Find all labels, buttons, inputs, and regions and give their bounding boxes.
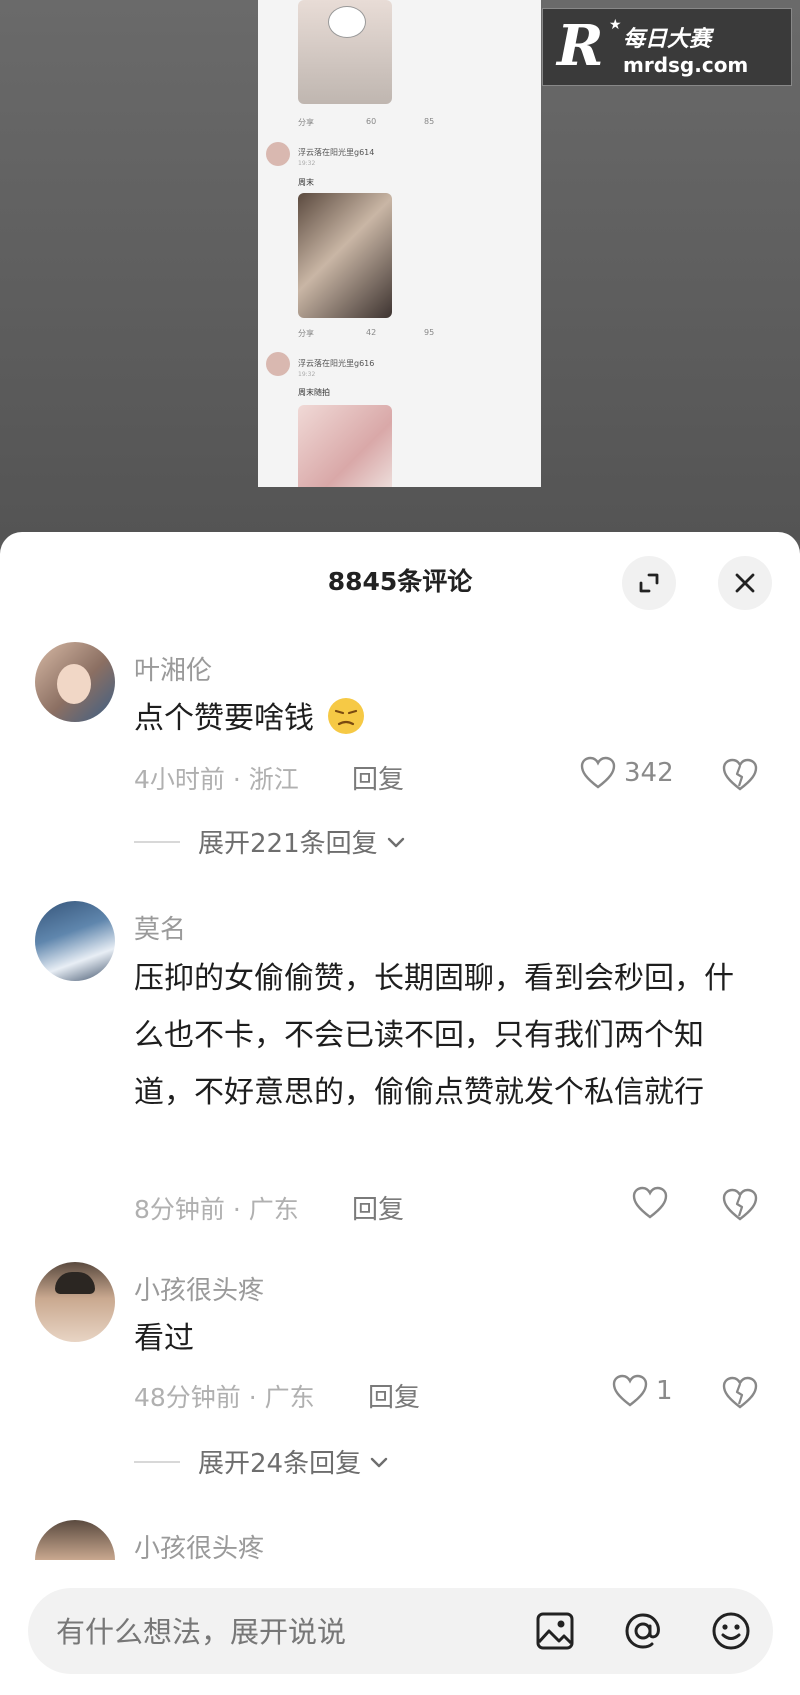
comment-author[interactable]: 莫名 <box>134 909 186 946</box>
mention-button[interactable] <box>616 1604 670 1658</box>
comment-text: 看过 <box>134 1321 194 1356</box>
heart-icon <box>580 756 616 789</box>
post-photo-3 <box>298 405 392 487</box>
post-share: 分享 <box>298 329 314 338</box>
like-button[interactable]: 1 <box>612 1374 673 1408</box>
avatar[interactable] <box>35 1262 115 1342</box>
broken-heart-icon <box>722 1188 758 1221</box>
post-caption: 周末随拍 <box>298 388 330 397</box>
logo-letter: R <box>557 13 604 79</box>
image-icon <box>536 1612 574 1650</box>
comment-text: 点个赞要啥钱 <box>134 690 754 747</box>
reply-button[interactable]: 回复 <box>368 1377 420 1414</box>
post-likes: 85 <box>424 117 435 126</box>
like-button[interactable]: 342 <box>580 756 674 790</box>
like-count: 1 <box>656 1376 673 1406</box>
image-button[interactable] <box>528 1604 582 1658</box>
broken-heart-icon <box>722 1376 758 1409</box>
post-time: 19:32 <box>298 371 316 378</box>
heart-icon <box>612 1374 648 1407</box>
chevron-down-icon <box>387 837 404 847</box>
post-caption: 周末 <box>298 178 314 187</box>
watermark-domain: mrdsg.com <box>623 53 749 77</box>
close-button[interactable] <box>718 556 772 610</box>
avatar[interactable] <box>35 642 115 722</box>
comment-text-content: 点个赞要啥钱 <box>134 701 314 736</box>
dislike-button[interactable] <box>722 758 758 796</box>
comment-meta: 4小时前 · 浙江 <box>134 765 299 794</box>
close-icon <box>735 573 755 593</box>
avatar[interactable] <box>35 901 115 981</box>
comment-input[interactable] <box>54 1606 498 1658</box>
comment-author[interactable]: 叶湘伦 <box>134 650 212 687</box>
angry-emoji-icon <box>327 698 364 734</box>
avatar[interactable] <box>35 1520 115 1560</box>
post-comments: 42 <box>366 328 377 337</box>
watermark-title: 每日大赛 <box>623 27 712 52</box>
expand-replies-label: 展开24条回复 <box>198 1449 362 1479</box>
comment-count-title: 8845条评论 <box>327 567 473 596</box>
comment-meta: 48分钟前 · 广东 <box>134 1383 315 1412</box>
emoji-button[interactable] <box>704 1604 758 1658</box>
emoji-icon <box>712 1612 750 1650</box>
expand-icon <box>639 573 659 593</box>
chevron-down-icon <box>370 1457 388 1467</box>
comment-text: 压抑的女偷偷赞，长期固聊，看到会秒回，什么也不卡，不会已读不回，只有我们两个知道… <box>134 961 734 1110</box>
dislike-button[interactable] <box>722 1188 758 1226</box>
comment-sheet: 8845条评论 叶湘伦 点个赞要啥钱 4小时前 · 浙江 回复 342 展开22… <box>0 532 800 1695</box>
like-count: 342 <box>624 758 674 788</box>
at-icon <box>625 1613 660 1649</box>
expand-replies-label: 展开221条回复 <box>198 829 378 859</box>
watermark-logo: R ★ 每日大赛 mrdsg.com <box>542 8 792 86</box>
like-button[interactable] <box>632 1186 676 1220</box>
post-avatar <box>266 142 290 166</box>
broken-heart-icon <box>722 758 758 791</box>
comment-author[interactable]: 小孩很头疼 <box>134 1528 264 1565</box>
post-time: 19:32 <box>298 160 316 167</box>
post-avatar <box>266 352 290 376</box>
divider-line <box>134 840 180 843</box>
star-icon: ★ <box>609 17 622 33</box>
heart-icon <box>632 1186 668 1219</box>
post-photo-1 <box>298 0 392 104</box>
post-likes: 95 <box>424 328 435 337</box>
divider-line <box>134 1460 180 1463</box>
comment-author[interactable]: 小孩很头疼 <box>134 1270 264 1307</box>
post-comments: 60 <box>366 117 377 126</box>
post-username: 浮云落在阳光里g614 <box>298 148 375 157</box>
reply-button[interactable]: 回复 <box>352 759 404 796</box>
embedded-screenshot: 分享 60 85 浮云落在阳光里g614 19:32 周末 分享 42 95 浮… <box>258 0 541 487</box>
comment-input-bar <box>28 1588 773 1674</box>
post-photo-2 <box>298 193 392 318</box>
dislike-button[interactable] <box>722 1376 758 1414</box>
reply-button[interactable]: 回复 <box>352 1189 404 1226</box>
post-username: 浮云落在阳光里g616 <box>298 359 375 368</box>
expand-replies[interactable]: 展开221条回复 <box>134 823 408 860</box>
expand-replies[interactable]: 展开24条回复 <box>134 1443 391 1480</box>
post-share: 分享 <box>298 118 314 127</box>
comment-meta: 8分钟前 · 广东 <box>134 1195 299 1224</box>
expand-button[interactable] <box>622 556 676 610</box>
